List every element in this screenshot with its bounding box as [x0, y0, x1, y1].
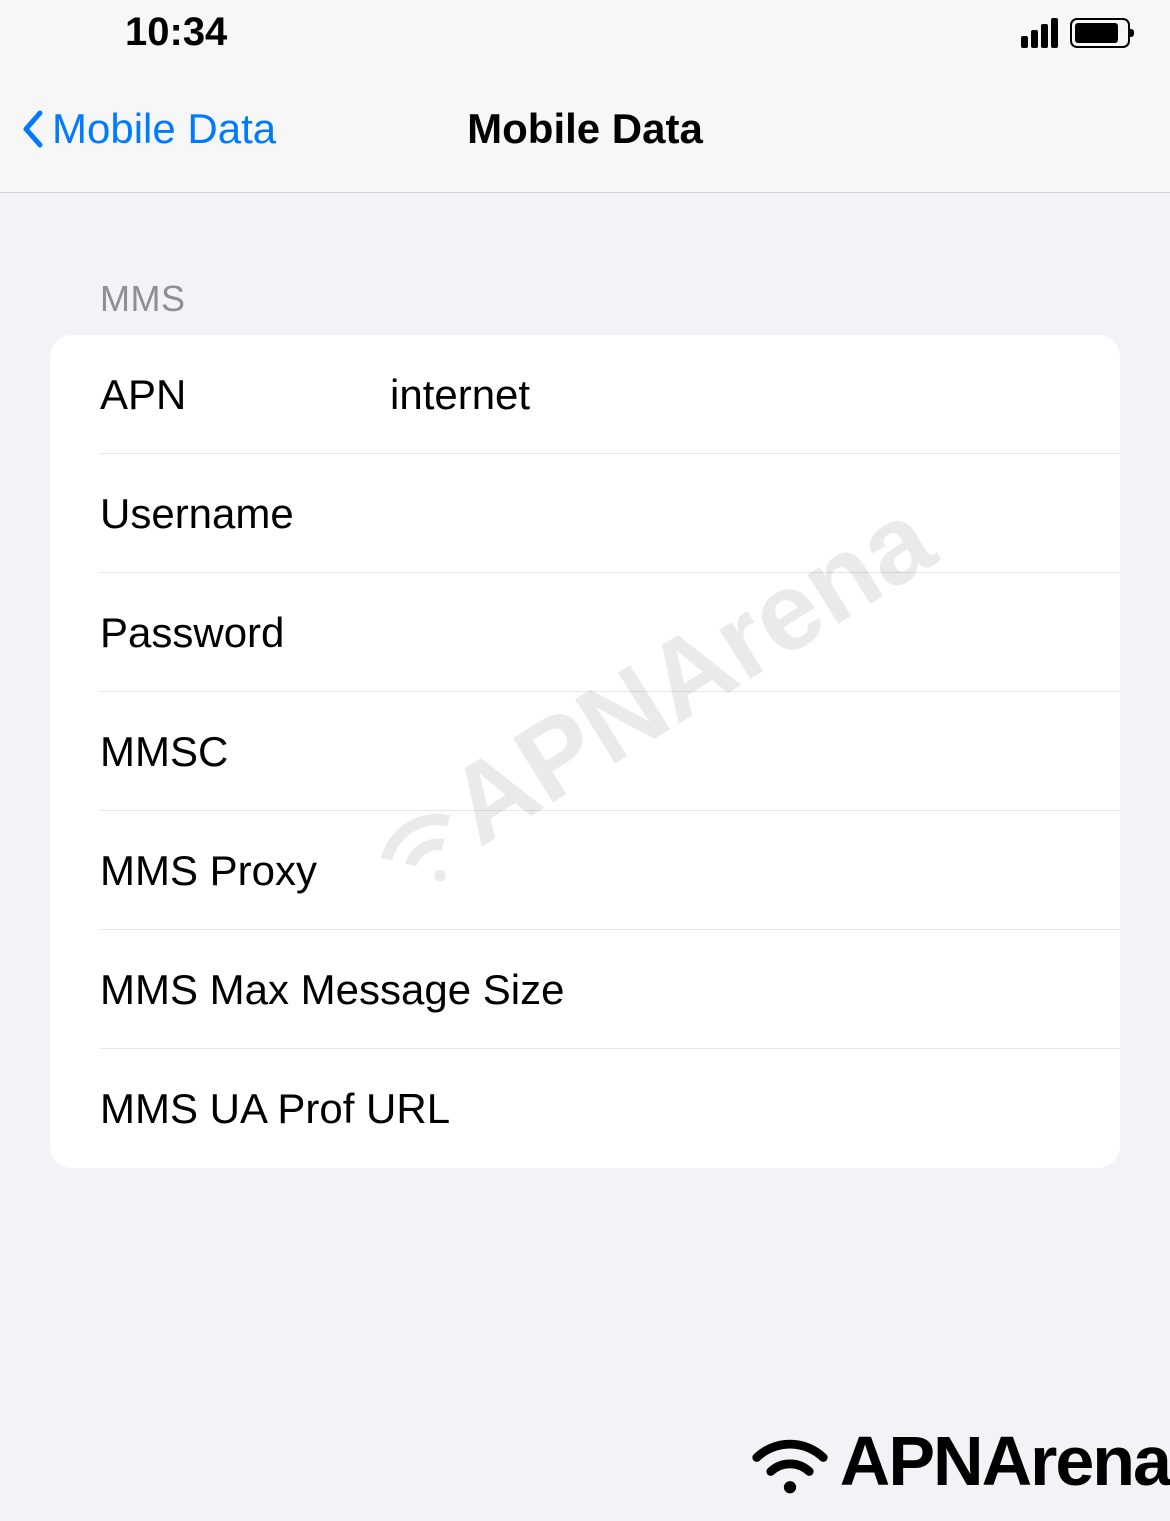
- navigation-bar: Mobile Data Mobile Data: [0, 65, 1170, 193]
- username-row[interactable]: Username: [50, 454, 1120, 573]
- mms-ua-prof-row[interactable]: MMS UA Prof URL: [50, 1049, 1120, 1168]
- password-label: Password: [100, 609, 390, 657]
- footer-brand-logo: APNArena: [745, 1421, 1170, 1501]
- wifi-icon: [745, 1426, 835, 1496]
- mms-settings-group: APN Username Password MMSC MMS Proxy MMS…: [50, 335, 1120, 1168]
- cellular-signal-icon: [1021, 18, 1058, 48]
- status-indicators: [1021, 18, 1130, 48]
- battery-icon: [1070, 18, 1130, 48]
- apn-label: APN: [100, 371, 390, 419]
- footer-brand-text: APNArena: [840, 1421, 1170, 1501]
- apn-input[interactable]: [390, 371, 1120, 419]
- mms-ua-prof-label: MMS UA Prof URL: [100, 1085, 1120, 1133]
- password-row[interactable]: Password: [50, 573, 1120, 692]
- mms-proxy-label: MMS Proxy: [100, 847, 390, 895]
- mms-max-size-label: MMS Max Message Size: [100, 966, 1120, 1014]
- page-title: Mobile Data: [467, 105, 703, 153]
- username-input[interactable]: [390, 490, 1120, 538]
- password-input[interactable]: [390, 609, 1120, 657]
- back-label: Mobile Data: [52, 105, 276, 153]
- mms-proxy-input[interactable]: [390, 847, 1120, 895]
- apn-row[interactable]: APN: [50, 335, 1120, 454]
- status-bar: 10:34: [0, 0, 1170, 65]
- status-time: 10:34: [40, 10, 227, 55]
- back-button[interactable]: Mobile Data: [20, 105, 276, 153]
- mms-proxy-row[interactable]: MMS Proxy: [50, 811, 1120, 930]
- chevron-left-icon: [20, 109, 44, 149]
- mmsc-label: MMSC: [100, 728, 390, 776]
- username-label: Username: [100, 490, 390, 538]
- section-header-mms: MMS: [0, 193, 1170, 335]
- mmsc-row[interactable]: MMSC: [50, 692, 1120, 811]
- mmsc-input[interactable]: [390, 728, 1120, 776]
- mms-max-size-row[interactable]: MMS Max Message Size: [50, 930, 1120, 1049]
